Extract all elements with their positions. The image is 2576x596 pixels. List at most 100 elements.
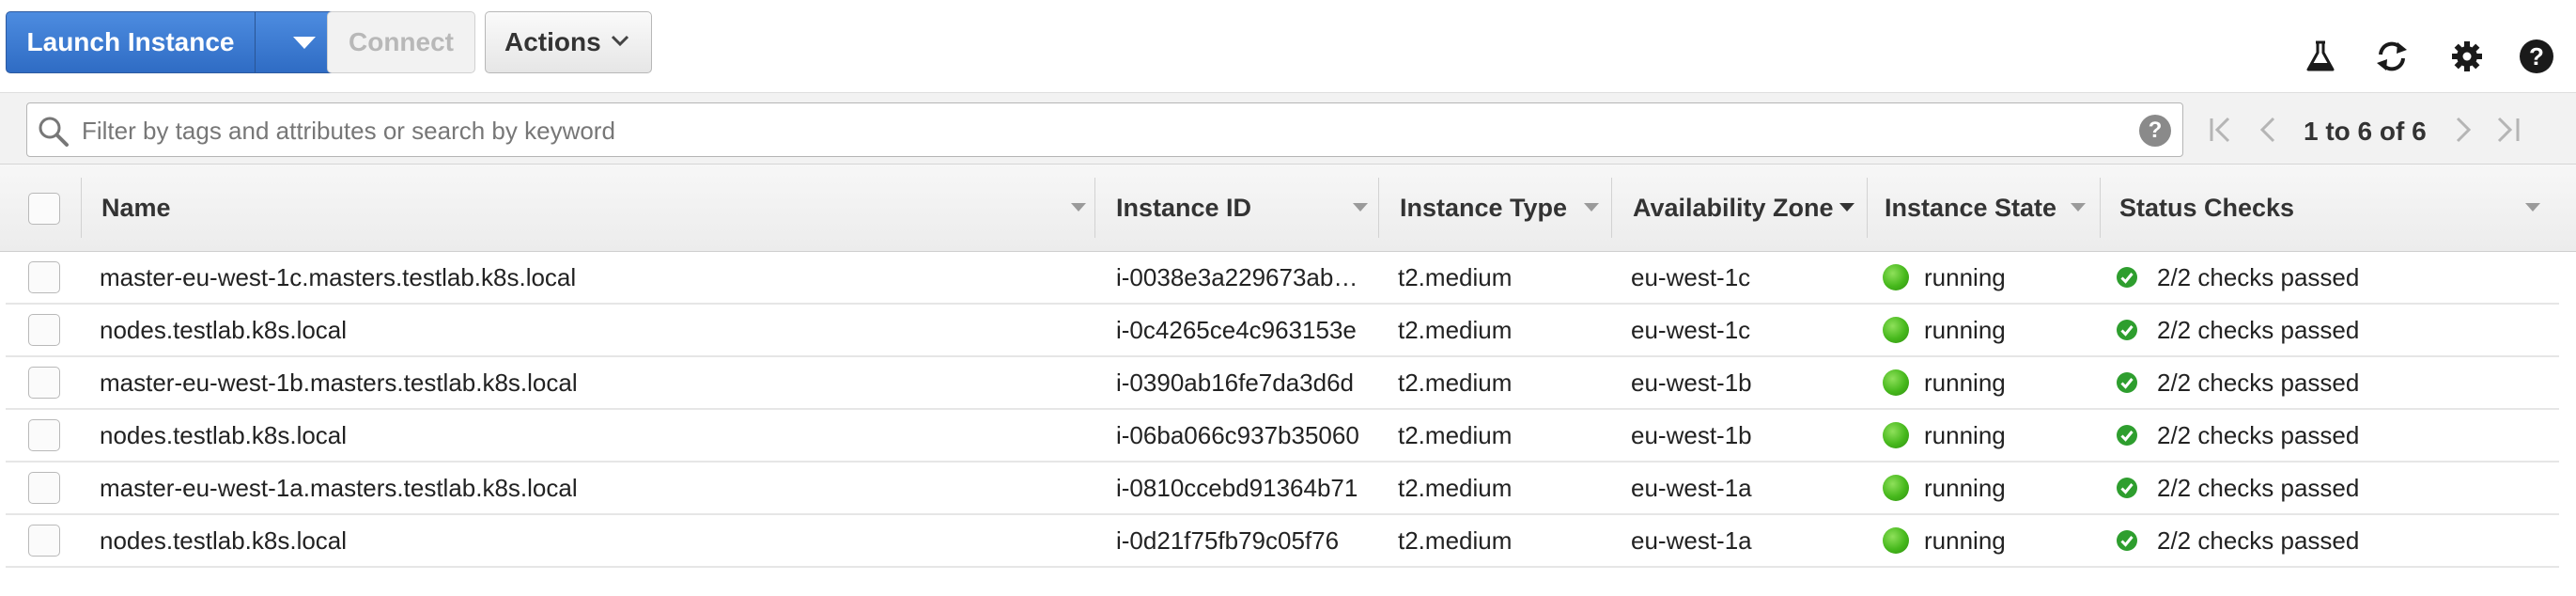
search-box[interactable]: ?	[26, 102, 2183, 157]
column-header-instance-id[interactable]: Instance ID	[1095, 165, 1379, 251]
instance-id: i-0038e3a229673ab…	[1116, 263, 1358, 291]
toolbar: Launch Instance Connect Actions ?	[0, 0, 2576, 92]
search-help-icon[interactable]: ?	[2139, 115, 2171, 147]
sort-down-icon[interactable]	[1839, 203, 1854, 212]
help-icon[interactable]: ?	[2518, 38, 2555, 75]
running-status-icon	[1883, 369, 1909, 396]
instance-type: t2.medium	[1398, 421, 1513, 449]
table-row[interactable]: master-eu-west-1a.masters.testlab.k8s.lo…	[6, 463, 2559, 515]
status-checks: 2/2 checks passed	[2157, 474, 2360, 502]
caret-down-icon	[293, 37, 316, 49]
running-status-icon	[1883, 422, 1909, 448]
previous-page-icon[interactable]	[2251, 111, 2285, 149]
running-status-icon	[1883, 317, 1909, 343]
column-header-name[interactable]: Name	[81, 165, 1095, 251]
checks-passed-icon	[2116, 529, 2138, 552]
checks-passed-icon	[2116, 319, 2138, 341]
table-row[interactable]: master-eu-west-1c.masters.testlab.k8s.lo…	[6, 252, 2559, 305]
filter-bar: ?	[0, 92, 2576, 164]
column-label-instance-type[interactable]: Instance Type	[1400, 165, 1567, 251]
instance-type: t2.medium	[1398, 474, 1513, 502]
row-checkbox[interactable]	[28, 419, 60, 451]
instance-type: t2.medium	[1398, 263, 1513, 291]
instance-state: running	[1924, 474, 2006, 502]
row-checkbox[interactable]	[28, 472, 60, 504]
chevron-down-icon	[611, 35, 629, 47]
instance-id: i-0d21f75fb79c05f76	[1116, 526, 1340, 555]
status-checks: 2/2 checks passed	[2157, 421, 2360, 449]
availability-zone: eu-west-1c	[1631, 263, 1751, 291]
first-page-icon[interactable]	[2206, 111, 2240, 149]
actions-label[interactable]: Actions	[504, 12, 601, 72]
row-checkbox[interactable]	[28, 367, 60, 399]
instance-id: i-06ba066c937b35060	[1116, 421, 1359, 449]
running-status-icon	[1883, 475, 1909, 501]
connect-button[interactable]: Connect	[327, 11, 475, 73]
launch-instance-button[interactable]: Launch Instance	[6, 11, 366, 73]
select-all-checkbox[interactable]	[28, 193, 60, 225]
column-label-status-checks[interactable]: Status Checks	[2119, 165, 2294, 251]
next-page-icon[interactable]	[2446, 111, 2480, 149]
status-checks: 2/2 checks passed	[2157, 526, 2360, 555]
search-input[interactable]	[80, 107, 2113, 154]
sort-down-icon[interactable]	[2525, 203, 2540, 212]
column-header-availability-zone[interactable]: Availability Zone	[1612, 165, 1868, 251]
refresh-icon[interactable]	[2373, 38, 2411, 75]
sort-down-icon[interactable]	[2071, 203, 2086, 212]
sort-down-icon[interactable]	[1584, 203, 1599, 212]
status-checks: 2/2 checks passed	[2157, 263, 2360, 291]
checks-passed-icon	[2116, 477, 2138, 499]
availability-zone: eu-west-1b	[1631, 421, 1752, 449]
launch-instance-label[interactable]: Launch Instance	[7, 12, 255, 72]
table-header: Name Instance ID Instance Type Availabil…	[0, 164, 2576, 252]
sort-down-icon[interactable]	[1071, 203, 1086, 212]
instance-name: master-eu-west-1a.masters.testlab.k8s.lo…	[100, 474, 578, 502]
instance-state: running	[1924, 316, 2006, 344]
column-header-instance-type[interactable]: Instance Type	[1379, 165, 1612, 251]
column-header-status-checks[interactable]: Status Checks	[2101, 165, 2552, 251]
availability-zone: eu-west-1b	[1631, 369, 1752, 397]
column-label-instance-id[interactable]: Instance ID	[1116, 165, 1251, 251]
instance-name: master-eu-west-1b.masters.testlab.k8s.lo…	[100, 369, 578, 397]
column-label-instance-state[interactable]: Instance State	[1885, 165, 2056, 251]
sort-down-icon[interactable]	[1353, 203, 1368, 212]
instance-type: t2.medium	[1398, 369, 1513, 397]
status-checks: 2/2 checks passed	[2157, 369, 2360, 397]
availability-zone: eu-west-1a	[1631, 474, 1752, 502]
instance-name: nodes.testlab.k8s.local	[100, 316, 348, 344]
availability-zone: eu-west-1a	[1631, 526, 1752, 555]
table-row[interactable]: master-eu-west-1b.masters.testlab.k8s.lo…	[6, 357, 2559, 410]
svg-text:?: ?	[2529, 42, 2544, 71]
table-row[interactable]: nodes.testlab.k8s.local i-0c4265ce4c9631…	[6, 305, 2559, 357]
table-row[interactable]: nodes.testlab.k8s.local i-06ba066c937b35…	[6, 410, 2559, 463]
instance-state: running	[1924, 369, 2006, 397]
running-status-icon	[1883, 264, 1909, 290]
last-page-icon[interactable]	[2490, 111, 2523, 149]
instance-state: running	[1924, 263, 2006, 291]
instance-name: nodes.testlab.k8s.local	[100, 526, 348, 555]
row-checkbox[interactable]	[28, 525, 60, 557]
actions-button[interactable]: Actions	[485, 11, 652, 73]
instance-id: i-0390ab16fe7da3d6d	[1116, 369, 1355, 397]
availability-zone: eu-west-1c	[1631, 316, 1751, 344]
column-header-instance-state[interactable]: Instance State	[1868, 165, 2101, 251]
instance-state: running	[1924, 526, 2006, 555]
checks-passed-icon	[2116, 266, 2138, 289]
column-label-availability-zone[interactable]: Availability Zone	[1633, 165, 1834, 251]
column-separator	[81, 178, 82, 238]
row-checkbox[interactable]	[28, 314, 60, 346]
pagination-label: 1 to 6 of 6	[2304, 117, 2427, 146]
instance-type: t2.medium	[1398, 526, 1513, 555]
instance-type: t2.medium	[1398, 316, 1513, 344]
gear-icon[interactable]	[2448, 38, 2486, 75]
row-checkbox[interactable]	[28, 261, 60, 293]
column-label-name[interactable]: Name	[101, 165, 171, 251]
checks-passed-icon	[2116, 424, 2138, 447]
checks-passed-icon	[2116, 371, 2138, 394]
instance-state: running	[1924, 421, 2006, 449]
table-row[interactable]: nodes.testlab.k8s.local i-0d21f75fb79c05…	[6, 515, 2559, 568]
flask-icon[interactable]	[2302, 38, 2339, 75]
instance-name: master-eu-west-1c.masters.testlab.k8s.lo…	[100, 263, 577, 291]
instance-id: i-0c4265ce4c963153e	[1116, 316, 1357, 344]
running-status-icon	[1883, 527, 1909, 554]
